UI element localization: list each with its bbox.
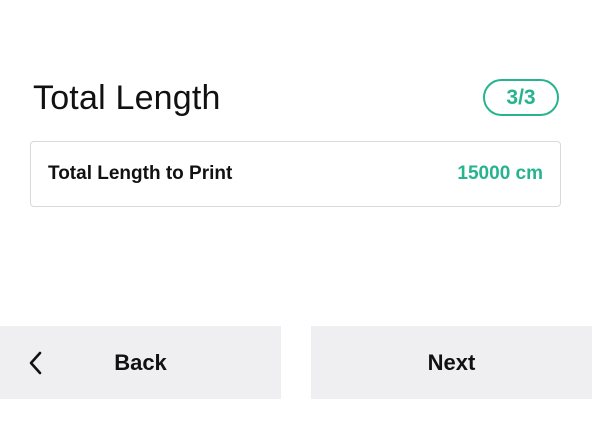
total-length-value: 15000 cm	[457, 163, 543, 184]
next-button-label: Next	[427, 349, 476, 375]
back-button[interactable]: Back	[0, 326, 281, 399]
total-length-card: Total Length to Print 15000 cm	[30, 141, 561, 207]
chevron-left-icon	[29, 351, 42, 375]
back-button-label: Back	[114, 349, 167, 375]
total-length-label: Total Length to Print	[48, 163, 233, 184]
step-badge: 3/3	[483, 79, 559, 116]
page-title: Total Length	[33, 79, 221, 117]
next-button[interactable]: Next	[311, 326, 592, 399]
wizard-screen: Total Length 3/3 Total Length to Print 1…	[0, 0, 592, 444]
